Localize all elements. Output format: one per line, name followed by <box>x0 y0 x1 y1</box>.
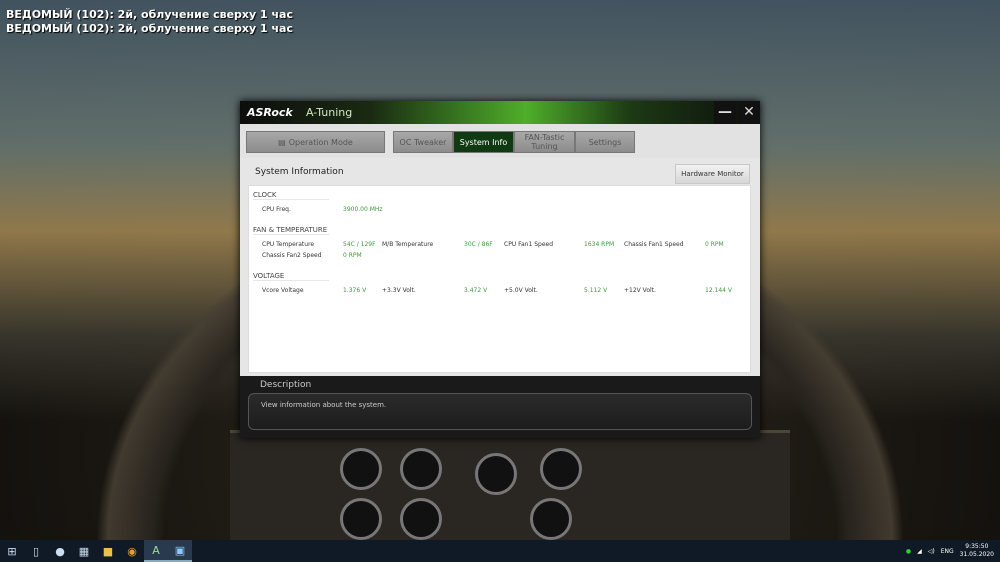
game-message: ВЕДОМЫЙ (102): 2й, облучение сверху 1 ча… <box>6 22 294 35</box>
gauge <box>340 498 382 540</box>
cpu-freq-value: 3900.00 MHz <box>343 206 383 213</box>
operation-mode-label: Operation Mode <box>288 137 353 147</box>
cpu-fan1-label: CPU Fan1 Speed <box>504 241 554 248</box>
taskbar: ⊞ ▯ ● ▦ ■ ◉ A ▣ ● ◢ ◁) ENG 9:35:50 31.05… <box>0 540 1000 562</box>
v33-label: +3.3V Volt. <box>382 287 416 294</box>
cpu-temp-value: 54C / 129F <box>343 241 376 248</box>
v12-label: +12V Volt. <box>624 287 656 294</box>
close-button[interactable]: ✕ <box>738 101 760 124</box>
chassis-fan2-value: 0 RPM <box>343 252 362 259</box>
v50-label: +5.0V Volt. <box>504 287 538 294</box>
dcs-taskbar-icon[interactable]: ▣ <box>168 540 192 562</box>
calendar-icon[interactable]: ▦ <box>72 540 96 562</box>
chassis-fan1-value: 0 RPM <box>705 241 724 248</box>
clock-heading: CLOCK <box>253 191 329 200</box>
vcore-value: 1.376 V <box>343 287 367 294</box>
folder-icon[interactable]: ■ <box>96 540 120 562</box>
network-icon[interactable]: ◢ <box>917 548 922 555</box>
tab-oc-tweaker[interactable]: OC Tweaker <box>393 131 453 153</box>
tab-system-info[interactable]: System Info <box>453 131 514 153</box>
chassis-fan1-label: Chassis Fan1 Speed <box>624 241 684 248</box>
gauge <box>400 498 442 540</box>
tab-fan-tastic-tuning[interactable]: FAN-Tastic Tuning <box>514 131 575 153</box>
gauge <box>530 498 572 540</box>
voltage-heading: VOLTAGE <box>253 272 329 281</box>
date: 31.05.2020 <box>959 551 994 558</box>
chassis-fan2-label: Chassis Fan2 Speed <box>262 252 322 259</box>
description-text: View information about the system. <box>248 393 752 430</box>
chrome-icon[interactable]: ◉ <box>120 540 144 562</box>
mb-temp-label: M/B Temperature <box>382 241 434 248</box>
cpu-freq-label: CPU Freq. <box>262 206 291 213</box>
file-icon[interactable]: ▯ <box>24 540 48 562</box>
gauge <box>340 448 382 490</box>
operation-mode-button[interactable]: ▤ Operation Mode <box>246 131 385 153</box>
cpu-temp-label: CPU Temperature <box>262 241 315 248</box>
fan-temperature-heading: FAN & TEMPERATURE <box>253 226 329 235</box>
v33-value: 3.472 V <box>464 287 488 294</box>
start-button[interactable]: ⊞ <box>0 540 24 562</box>
cockpit-dashboard <box>230 430 790 540</box>
description-area: Description View information about the s… <box>240 376 760 438</box>
volume-icon[interactable]: ◁) <box>928 548 935 555</box>
section-title: System Information <box>255 167 344 177</box>
game-message: ВЕДОМЫЙ (102): 2й, облучение сверху 1 ча… <box>6 8 294 21</box>
mb-temp-value: 30C / 86F <box>464 241 493 248</box>
asrock-logo: ASRock <box>247 106 293 119</box>
app-title: A-Tuning <box>306 106 353 119</box>
cpu-fan1-value: 1634 RPM <box>584 241 615 248</box>
tab-settings[interactable]: Settings <box>575 131 635 153</box>
hardware-monitor-button[interactable]: Hardware Monitor <box>675 164 750 184</box>
system-tray: ● ◢ ◁) ENG 9:35:50 31.05.2020 <box>906 540 994 562</box>
system-info-panel: CLOCK CPU Freq. 3900.00 MHz FAN & TEMPER… <box>248 185 751 373</box>
gauge <box>475 453 517 495</box>
clock[interactable]: 9:35:50 31.05.2020 <box>960 543 994 559</box>
gauge <box>540 448 582 490</box>
gauge <box>400 448 442 490</box>
v12-value: 12.144 V <box>705 287 733 294</box>
a-tuning-taskbar-icon[interactable]: A <box>144 540 168 562</box>
menu-icon: ▤ <box>278 137 286 147</box>
tab-bar: ▤ Operation Mode OC Tweaker System Info F… <box>240 124 760 158</box>
v50-value: 5.112 V <box>584 287 608 294</box>
minimize-button[interactable]: — <box>714 101 736 124</box>
shield-icon[interactable]: ● <box>906 548 911 555</box>
vcore-label: Vcore Voltage <box>262 287 304 294</box>
title-bar[interactable]: ASRock A-Tuning — ✕ <box>240 101 760 124</box>
description-heading: Description <box>260 380 312 390</box>
time: 9:35:50 <box>965 543 989 550</box>
language-indicator[interactable]: ENG <box>941 548 954 555</box>
a-tuning-window: ASRock A-Tuning — ✕ ▤ Operation Mode OC T… <box>240 101 760 438</box>
messenger-icon[interactable]: ● <box>48 540 72 562</box>
